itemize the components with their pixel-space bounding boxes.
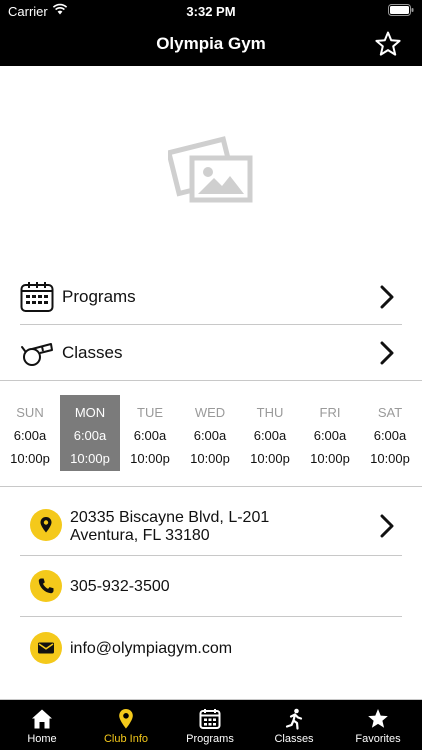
open-time: 6:00a — [73, 428, 107, 443]
email-badge — [30, 632, 62, 664]
day-name: MON — [74, 405, 106, 420]
address-line-1: 20335 Biscayne Blvd, L-201 — [70, 509, 270, 526]
tab-club-info[interactable]: Club Info — [84, 700, 168, 750]
tab-programs[interactable]: Programs — [168, 700, 252, 750]
chevron-right-icon — [380, 341, 394, 365]
address-row[interactable]: 20335 Biscayne Blvd, L-201 Aventura, FL … — [20, 496, 402, 554]
close-time: 10:00p — [310, 451, 350, 466]
chevron-right-icon — [380, 514, 394, 538]
day-column-thu[interactable]: THU 6:00a 10:00p — [240, 395, 300, 471]
day-column-sat[interactable]: SAT 6:00a 10:00p — [360, 395, 420, 471]
open-time: 6:00a — [13, 428, 47, 443]
mail-icon — [38, 642, 54, 654]
star-icon — [368, 709, 388, 728]
day-column-wed[interactable]: WED 6:00a 10:00p — [180, 395, 240, 471]
close-time: 10:00p — [130, 451, 170, 466]
address-text: 20335 Biscayne Blvd, L-201 Aventura, FL … — [70, 509, 269, 545]
phone-icon — [38, 578, 54, 594]
close-time: 10:00p — [250, 451, 290, 466]
close-time: 10:00p — [10, 451, 50, 466]
image-placeholder-icon — [168, 136, 253, 203]
status-bar: Carrier 3:32 PM — [0, 0, 422, 22]
phone-badge — [30, 570, 62, 602]
open-time: 6:00a — [373, 428, 407, 443]
day-name: SUN — [16, 405, 44, 420]
location-pin-icon — [40, 517, 52, 533]
whistle-icon — [21, 343, 53, 366]
tab-label: Home — [27, 733, 57, 745]
day-name: FRI — [319, 405, 341, 420]
close-time: 10:00p — [370, 451, 410, 466]
phone-number: 305-932-3500 — [70, 578, 170, 595]
email-row[interactable]: info@olympiagym.com — [20, 617, 402, 679]
open-time: 6:00a — [193, 428, 227, 443]
location-pin-icon — [119, 709, 133, 729]
tab-label: Classes — [274, 733, 314, 745]
favorite-star-icon[interactable] — [374, 30, 402, 58]
open-time: 6:00a — [313, 428, 347, 443]
chevron-right-icon — [380, 285, 394, 309]
calendar-icon — [199, 709, 221, 729]
tab-label: Favorites — [355, 733, 401, 745]
close-time: 10:00p — [190, 451, 230, 466]
tab-favorites[interactable]: Favorites — [336, 700, 420, 750]
divider — [0, 380, 422, 381]
tab-bar: Home Club Info Programs Classes Favorite… — [0, 700, 422, 750]
programs-row[interactable]: Programs — [20, 269, 402, 325]
tab-home[interactable]: Home — [0, 700, 84, 750]
open-time: 6:00a — [133, 428, 167, 443]
address-badge — [30, 509, 62, 541]
calendar-icon — [20, 282, 54, 312]
home-icon — [32, 709, 52, 729]
day-column-tue[interactable]: TUE 6:00a 10:00p — [120, 395, 180, 471]
header: Carrier 3:32 PM Olympia Gym — [0, 0, 422, 66]
running-person-icon — [285, 708, 303, 730]
page-title: Olympia Gym — [156, 34, 266, 53]
battery-icon — [388, 4, 414, 16]
tab-classes[interactable]: Classes — [252, 700, 336, 750]
email-address: info@olympiagym.com — [70, 640, 233, 657]
classes-label: Classes — [62, 343, 123, 362]
day-name: TUE — [137, 405, 163, 420]
day-name: WED — [194, 405, 226, 420]
programs-label: Programs — [62, 287, 136, 306]
open-time: 6:00a — [253, 428, 287, 443]
hours-strip: SUN 6:00a 10:00p MON 6:00a 10:00p TUE 6:… — [0, 395, 422, 471]
address-line-2: Aventura, FL 33180 — [70, 527, 210, 544]
day-column-fri[interactable]: FRI 6:00a 10:00p — [300, 395, 360, 471]
day-column-sun[interactable]: SUN 6:00a 10:00p — [0, 395, 60, 471]
phone-row[interactable]: 305-932-3500 — [20, 556, 402, 616]
status-time: 3:32 PM — [186, 4, 236, 19]
classes-row[interactable]: Classes — [20, 325, 402, 381]
divider — [0, 486, 422, 487]
day-name: THU — [256, 405, 284, 420]
day-column-mon[interactable]: MON 6:00a 10:00p — [60, 395, 120, 471]
close-time: 10:00p — [70, 451, 110, 466]
tab-label: Club Info — [103, 733, 149, 745]
screen: Carrier 3:32 PM Olympia Gym Programs Cla… — [0, 0, 422, 750]
tab-label: Programs — [186, 733, 234, 745]
day-name: SAT — [377, 405, 403, 420]
